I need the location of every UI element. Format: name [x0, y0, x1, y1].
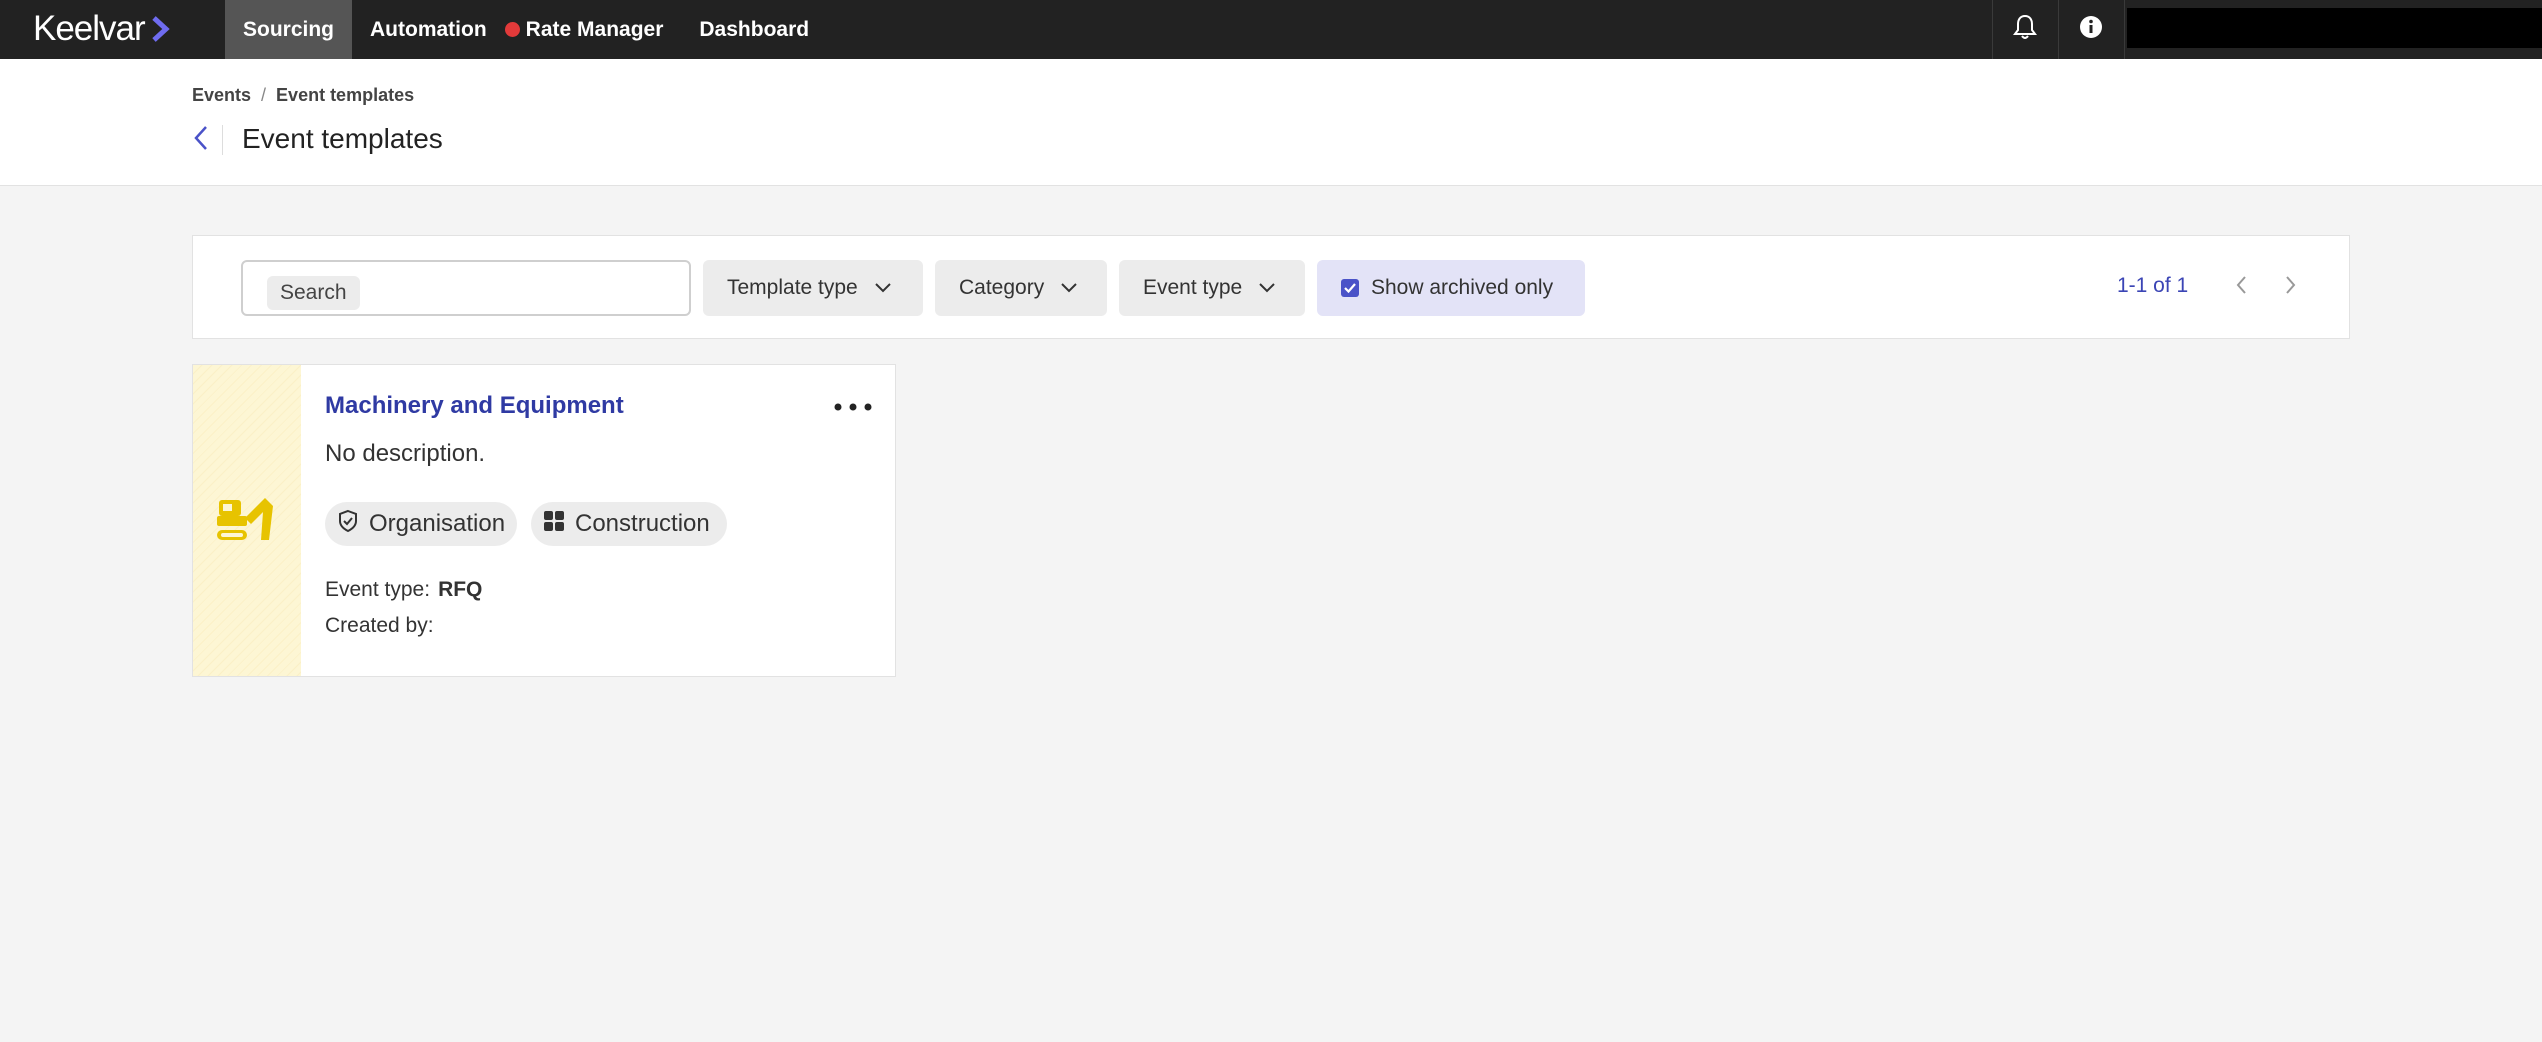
logo-text: Keelvar	[33, 9, 146, 48]
event-type-value: RFQ	[438, 578, 483, 601]
show-archived-toggle[interactable]: Show archived only	[1317, 260, 1585, 316]
chevron-down-icon	[874, 276, 892, 300]
template-card[interactable]: Machinery and Equipment No description. …	[192, 364, 896, 677]
bell-icon	[2013, 14, 2037, 45]
info-button[interactable]	[2058, 0, 2124, 59]
dropdown-label: Category	[959, 276, 1045, 299]
breadcrumb-current: Event templates	[276, 85, 415, 105]
keelvar-logo[interactable]: Keelvar	[33, 9, 171, 48]
logo-chevron-icon	[151, 16, 171, 42]
chevron-right-icon	[2284, 275, 2296, 300]
nav-item-label: Rate Manager	[525, 17, 664, 41]
shield-check-icon	[337, 509, 359, 540]
event-type-label: Event type:	[325, 578, 431, 601]
tag-organisation: Organisation	[325, 502, 517, 546]
excavator-icon	[215, 492, 279, 549]
nav-item-sourcing[interactable]: Sourcing	[225, 0, 353, 59]
template-icon-panel	[193, 365, 301, 676]
notifications-button[interactable]	[1992, 0, 2058, 59]
tag-label: Construction	[575, 510, 710, 537]
chevron-left-icon	[193, 124, 209, 157]
event-type-dropdown[interactable]: Event type	[1119, 260, 1305, 316]
main-nav: Sourcing Automation Rate Manager Dashboa…	[225, 0, 827, 59]
back-button[interactable]	[186, 123, 216, 157]
page-title: Event templates	[242, 123, 443, 154]
search-chip: Search	[267, 276, 360, 310]
next-page-button[interactable]	[2275, 270, 2305, 304]
nav-divider	[2124, 0, 2125, 59]
nav-item-label: Dashboard	[699, 17, 810, 41]
template-title-link[interactable]: Machinery and Equipment	[325, 392, 624, 420]
tag-label: Organisation	[369, 510, 506, 537]
pagination-info: 1-1 of 1	[2117, 274, 2189, 297]
template-description: No description.	[325, 440, 486, 467]
breadcrumb-separator: /	[261, 85, 267, 105]
grid-icon	[543, 510, 565, 539]
chevron-down-icon	[1060, 276, 1078, 300]
nav-item-label: Automation	[370, 17, 487, 41]
filter-bar: Search Template type Category Event type…	[192, 235, 2350, 339]
chevron-down-icon	[1258, 276, 1276, 300]
breadcrumb: Events / Event templates	[192, 85, 414, 106]
show-archived-label: Show archived only	[1371, 276, 1554, 299]
created-by-row: Created by:	[325, 614, 442, 638]
nav-item-label: Sourcing	[243, 17, 335, 41]
status-dot	[504, 22, 520, 37]
event-type-row: Event type: RFQ	[325, 578, 482, 602]
top-navigation-bar: Keelvar Sourcing Automation Rate Manager…	[0, 0, 2542, 59]
info-icon	[2079, 15, 2103, 44]
breadcrumb-events-link[interactable]: Events	[192, 85, 251, 106]
title-divider	[222, 125, 223, 155]
created-by-label: Created by:	[325, 614, 434, 637]
category-dropdown[interactable]: Category	[935, 260, 1107, 316]
nav-item-rate-manager[interactable]: Rate Manager	[504, 0, 682, 59]
dropdown-label: Template type	[727, 276, 858, 299]
nav-item-automation[interactable]: Automation	[352, 0, 505, 59]
chevron-left-icon	[2236, 275, 2248, 300]
dropdown-label: Event type	[1143, 276, 1243, 299]
page-header: Events / Event templates Event templates	[0, 59, 2542, 186]
nav-item-dashboard[interactable]: Dashboard	[681, 0, 827, 59]
user-menu[interactable]	[2127, 8, 2542, 48]
tag-construction: Construction	[531, 502, 727, 546]
more-options-button[interactable]	[831, 393, 875, 421]
checkbox-checked-icon[interactable]	[1341, 279, 1359, 297]
more-horizontal-icon	[834, 398, 872, 416]
previous-page-button[interactable]	[2227, 270, 2257, 304]
template-type-dropdown[interactable]: Template type	[703, 260, 923, 316]
search-input[interactable]: Search	[241, 260, 691, 316]
